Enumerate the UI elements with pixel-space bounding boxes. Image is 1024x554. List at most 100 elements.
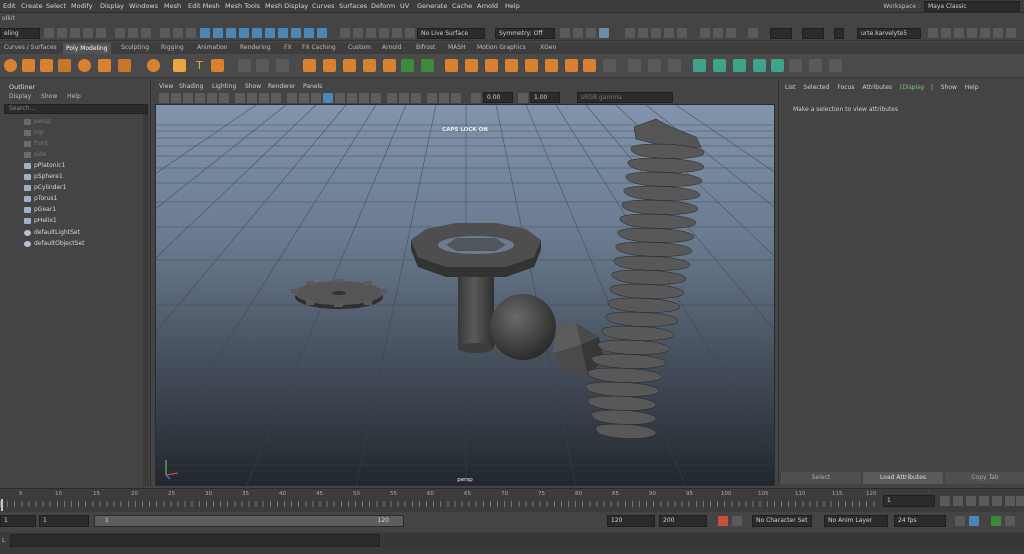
uv-spherical-icon[interactable]: [733, 59, 746, 72]
outliner-item[interactable]: pHelix1: [24, 217, 57, 224]
open-scene-icon[interactable]: [57, 28, 67, 38]
menu-create[interactable]: Create: [21, 2, 43, 10]
select-edge-icon[interactable]: [173, 28, 183, 38]
wedge-icon[interactable]: [565, 59, 578, 72]
field-chart-icon[interactable]: [259, 93, 269, 103]
outliner-item[interactable]: pSphere1: [24, 173, 63, 180]
depth-of-field-icon[interactable]: [411, 93, 421, 103]
outliner-toggle-icon[interactable]: [980, 28, 990, 38]
step-back-key-icon[interactable]: [953, 496, 963, 506]
snap-lock-icon[interactable]: [317, 28, 327, 38]
uv-editor-icon[interactable]: [726, 28, 736, 38]
outliner-item[interactable]: pTorus1: [24, 195, 57, 202]
viewport-menu-shading[interactable]: Shading: [179, 83, 203, 90]
menu-cache[interactable]: Cache: [452, 2, 472, 10]
poly-torus-icon[interactable]: [78, 59, 91, 72]
select-button[interactable]: Select: [781, 472, 861, 484]
outliner-item[interactable]: defaultObjectSet: [24, 240, 85, 247]
tab-bifrost[interactable]: Bifrost: [416, 44, 435, 51]
safe-action-icon[interactable]: [271, 93, 281, 103]
attr-menu-help[interactable]: Help: [965, 84, 979, 91]
snap-curve-icon[interactable]: [213, 28, 223, 38]
render-settings-icon[interactable]: [651, 28, 661, 38]
new-scene-icon[interactable]: [44, 28, 54, 38]
tab-fx[interactable]: FX: [284, 44, 292, 51]
grid-icon[interactable]: [207, 93, 217, 103]
uv-planar-icon[interactable]: [693, 59, 706, 72]
outliner-item[interactable]: pPlatonic1: [24, 162, 65, 169]
symmetry-dropdown[interactable]: Symmetry: Off: [495, 28, 555, 39]
fps-dropdown[interactable]: 24 fps: [894, 515, 946, 527]
tab-sculpting[interactable]: Sculpting: [121, 44, 149, 51]
menu-mesh-tools[interactable]: Mesh Tools: [225, 2, 260, 10]
uv-auto-icon[interactable]: [753, 59, 766, 72]
hypershade-icon[interactable]: [664, 28, 674, 38]
tab-fx-caching[interactable]: FX Caching: [302, 44, 336, 51]
menu-mesh[interactable]: Mesh: [164, 2, 181, 10]
snap-grid-icon[interactable]: [200, 28, 210, 38]
collapse-icon[interactable]: [525, 59, 538, 72]
gamma-icon[interactable]: [518, 93, 528, 103]
resolution-gate-icon[interactable]: [235, 93, 245, 103]
viewport-menu-show[interactable]: Show: [245, 83, 261, 90]
color-space-dropdown[interactable]: sRGB gamma: [577, 92, 673, 103]
save-scene-icon[interactable]: [70, 28, 80, 38]
channel-box-icon[interactable]: [941, 28, 951, 38]
menu-help[interactable]: Help: [505, 2, 520, 10]
slide-edge-icon[interactable]: [648, 59, 661, 72]
snap-together-icon[interactable]: [278, 28, 288, 38]
step-forward-frame-icon[interactable]: [1005, 496, 1015, 506]
outliner-item[interactable]: defaultLightSet: [24, 229, 80, 236]
redo-icon[interactable]: [96, 28, 106, 38]
time-slider[interactable]: 5 10 15 20 25 30 35 40 45 50 55 60 65 70…: [0, 488, 1024, 512]
xray-joints-icon[interactable]: [439, 93, 449, 103]
tab-rendering[interactable]: Rendering: [240, 44, 271, 51]
bridge-icon[interactable]: [343, 59, 356, 72]
append-icon[interactable]: [383, 59, 396, 72]
type-tool-icon[interactable]: T: [193, 59, 206, 72]
outliner-menu-help[interactable]: Help: [67, 93, 81, 100]
play-forwards-icon[interactable]: [992, 496, 1002, 506]
range-bar[interactable]: 1 120: [94, 515, 404, 527]
attr-menu-display[interactable]: [Display]: [900, 84, 933, 91]
undo-icon[interactable]: [83, 28, 93, 38]
snap-normal-icon[interactable]: [304, 28, 314, 38]
chamfer-icon[interactable]: [583, 59, 596, 72]
loop-icon[interactable]: [955, 516, 965, 526]
film-gate-icon[interactable]: [219, 93, 229, 103]
image-plane-icon[interactable]: [195, 93, 205, 103]
select-face-icon[interactable]: [186, 28, 196, 38]
viewport-menu-view[interactable]: View: [159, 83, 173, 90]
tab-animation[interactable]: Animation: [197, 44, 228, 51]
boolean-icon[interactable]: [303, 59, 316, 72]
symmetry-icon[interactable]: [573, 28, 583, 38]
attr-menu-list[interactable]: List: [785, 84, 796, 91]
menu-display[interactable]: Display: [100, 2, 124, 10]
menu-generate[interactable]: Generate: [417, 2, 447, 10]
tool-settings-icon[interactable]: [954, 28, 964, 38]
menu-surfaces[interactable]: Surfaces: [339, 2, 367, 10]
audio-icon[interactable]: [969, 516, 979, 526]
current-frame-field[interactable]: 1: [883, 495, 935, 507]
magnet-icon[interactable]: [392, 28, 402, 38]
xray-active-icon[interactable]: [451, 93, 461, 103]
target-weld-icon[interactable]: [421, 59, 434, 72]
wireframe-on-shaded-icon[interactable]: [311, 93, 321, 103]
snap-surface-icon[interactable]: [252, 28, 262, 38]
z-field[interactable]: [834, 28, 844, 39]
outliner-menu-show[interactable]: Show: [41, 93, 57, 100]
menu-deform[interactable]: Deform: [371, 2, 395, 10]
attr-menu-show[interactable]: Show: [941, 84, 957, 91]
user-account-dropdown[interactable]: urte.karvelyte5: [857, 28, 921, 39]
step-back-frame-icon[interactable]: [966, 496, 976, 506]
menu-uv[interactable]: UV: [400, 2, 409, 10]
sculpt-icon[interactable]: [628, 59, 641, 72]
separate-icon[interactable]: [256, 59, 269, 72]
lights-icon[interactable]: [347, 93, 357, 103]
menu-windows[interactable]: Windows: [129, 2, 158, 10]
auto-key-icon[interactable]: [718, 516, 728, 526]
poly-disc-icon[interactable]: [118, 59, 131, 72]
animation-prefs-icon[interactable]: [1005, 516, 1015, 526]
quad-draw-icon[interactable]: [445, 59, 458, 72]
xray-icon[interactable]: [323, 93, 333, 103]
